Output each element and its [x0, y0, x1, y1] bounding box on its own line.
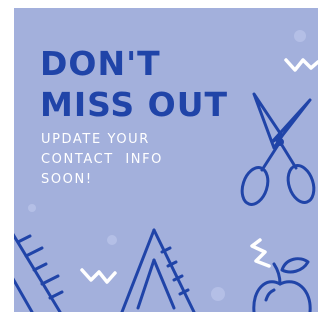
scissors-icon: [240, 92, 316, 206]
set-square-icon: [120, 228, 196, 312]
headline-line-2: MISS OUT: [40, 85, 229, 124]
body-text-line-3: SOON!: [41, 172, 93, 187]
ruler-icon: [14, 233, 64, 312]
body-text-line-1: UPDATE YOUR: [41, 132, 150, 147]
headline-line-1: DON'T: [40, 44, 161, 83]
promo-card: DON'T MISS OUT UPDATE YOUR CONTACT INFO …: [14, 8, 318, 312]
body-text-line-2: CONTACT INFO: [41, 152, 163, 167]
apple-icon: [252, 257, 312, 312]
